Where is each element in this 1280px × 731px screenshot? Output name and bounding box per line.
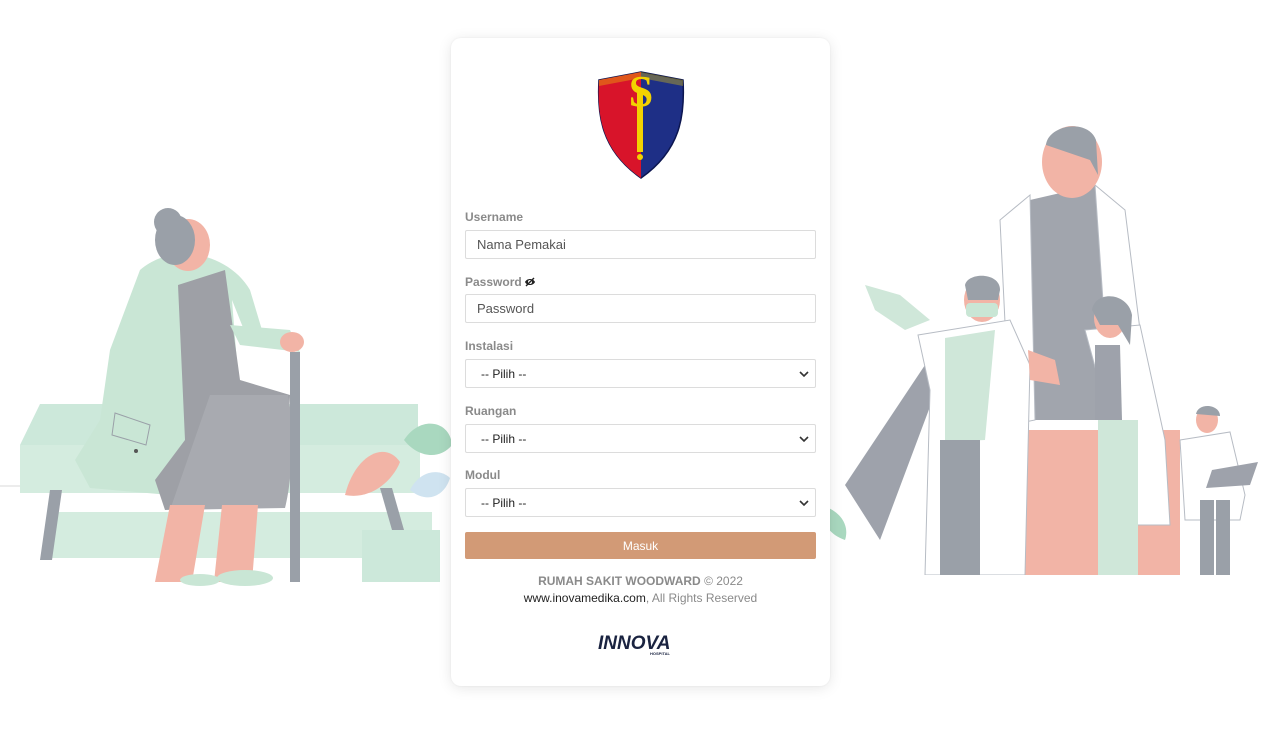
- ruangan-select-value: -- Pilih --: [481, 431, 527, 446]
- username-input[interactable]: [465, 230, 816, 259]
- instalasi-label: Instalasi: [465, 339, 514, 353]
- brand-sub: HOSPITAL: [650, 651, 670, 656]
- instalasi-select-value: -- Pilih --: [481, 366, 527, 381]
- organization-shield-logo: S: [597, 70, 685, 179]
- password-label: Password: [465, 275, 536, 289]
- footer-copyright: RUMAH SAKIT WOODWARD © 2022: [451, 574, 830, 588]
- ruangan-label: Ruangan: [465, 404, 517, 418]
- modul-label: Modul: [465, 468, 501, 482]
- modul-select[interactable]: -- Pilih --: [465, 488, 816, 517]
- chevron-down-icon: [799, 436, 809, 443]
- password-input[interactable]: [465, 294, 816, 323]
- copyright-year: © 2022: [704, 574, 743, 588]
- chevron-down-icon: [799, 500, 809, 507]
- innova-hospital-logo: INNOVA HOSPITAL: [598, 633, 670, 656]
- modul-select-value: -- Pilih --: [481, 495, 527, 510]
- hospital-name: RUMAH SAKIT WOODWARD: [538, 574, 701, 588]
- footer-website: www.inovamedika.com, All Rights Reserved: [451, 591, 830, 605]
- password-label-text: Password: [465, 275, 522, 289]
- instalasi-select[interactable]: -- Pilih --: [465, 359, 816, 388]
- username-label: Username: [465, 210, 524, 224]
- elderly-woman-illustration: [20, 208, 432, 586]
- website-link[interactable]: www.inovamedika.com: [524, 591, 646, 605]
- chevron-down-icon: [799, 371, 809, 378]
- ruangan-select[interactable]: -- Pilih --: [465, 424, 816, 453]
- rights-text: , All Rights Reserved: [645, 591, 758, 605]
- eye-slash-icon[interactable]: [524, 277, 536, 287]
- login-button[interactable]: Masuk: [465, 532, 816, 559]
- login-card: S Username Password Instalasi -- Pilih -…: [451, 38, 830, 686]
- medical-team-illustration: [820, 126, 1258, 583]
